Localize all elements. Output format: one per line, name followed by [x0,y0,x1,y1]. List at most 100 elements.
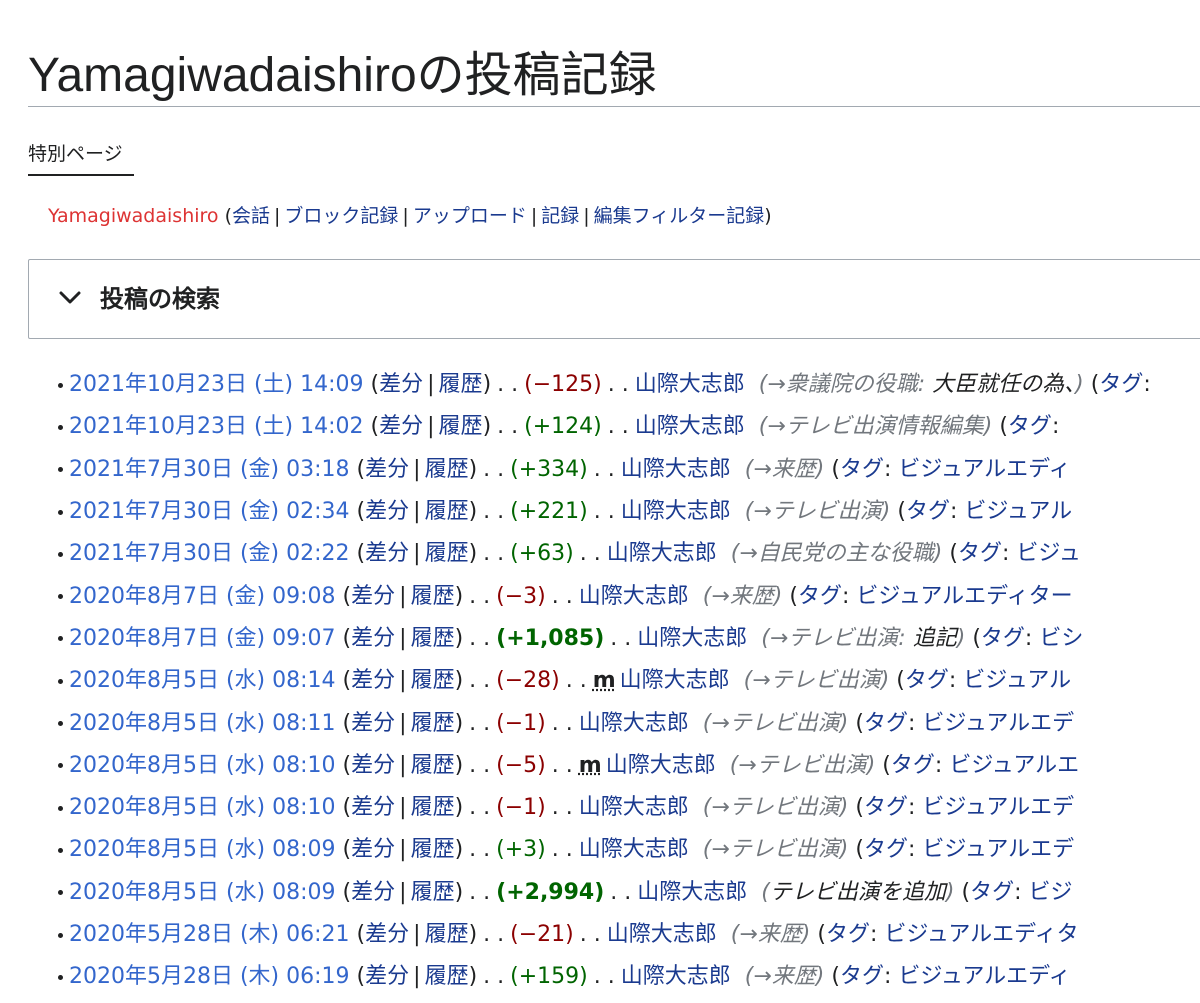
section-link[interactable]: →来歴 [753,964,815,989]
uploads-link[interactable]: アップロード [413,205,527,227]
revision-date-link[interactable]: 2020年8月5日 (水) 08:09 [69,875,336,911]
diff-link[interactable]: 差分 [351,790,395,826]
history-link[interactable]: 履歴 [425,917,469,953]
revision-date-link[interactable]: 2020年5月28日 (木) 06:21 [69,917,350,953]
revision-date-link[interactable]: 2021年7月30日 (金) 02:22 [69,536,350,572]
page-link[interactable]: 山際大志郎 [579,579,689,615]
diff-link[interactable]: 差分 [365,494,409,530]
diff-link[interactable]: 差分 [379,409,423,445]
revision-date-link[interactable]: 2020年8月7日 (金) 09:07 [69,621,336,657]
tag-link[interactable]: タグ [840,452,884,488]
logs-link[interactable]: 記録 [541,205,579,227]
section-link[interactable]: →来歴 [739,922,801,947]
contributions-search-panel[interactable]: 投稿の検索 [28,259,1200,339]
tag-link[interactable]: タグ [864,832,908,868]
section-link[interactable]: →来歴 [711,584,773,609]
block-log-link[interactable]: ブロック記録 [284,205,398,227]
revision-date-link[interactable]: 2020年8月5日 (水) 08:11 [69,706,336,742]
history-link[interactable]: 履歴 [425,959,469,995]
revision-date-link[interactable]: 2021年7月30日 (金) 02:34 [69,494,350,530]
section-link[interactable]: →テレビ出演 [738,753,866,778]
history-link[interactable]: 履歴 [411,621,455,657]
diff-link[interactable]: 差分 [351,579,395,615]
tag-link[interactable]: タグ [840,959,884,995]
revision-date-link[interactable]: 2020年8月5日 (水) 08:09 [69,832,336,868]
history-link[interactable]: 履歴 [425,494,469,530]
section-link[interactable]: →テレビ出演: [770,626,906,651]
revision-date-link[interactable]: 2020年8月7日 (金) 09:08 [69,579,336,615]
tag-link[interactable]: タグ [1008,409,1052,445]
tag-value[interactable]: ビジュ [1016,536,1080,572]
history-link[interactable]: 履歴 [439,367,483,403]
revision-date-link[interactable]: 2020年5月28日 (木) 06:19 [69,959,350,995]
page-link[interactable]: 山際大志郎 [620,663,730,699]
page-link[interactable]: 山際大志郎 [607,536,717,572]
diff-link[interactable]: 差分 [351,832,395,868]
history-link[interactable]: 履歴 [411,790,455,826]
tag-link[interactable]: タグ [958,536,1002,572]
tag-link[interactable]: タグ [981,621,1025,657]
talk-link[interactable]: 会話 [232,205,270,227]
section-link[interactable]: →テレビ出演 [753,499,881,524]
diff-link[interactable]: 差分 [365,536,409,572]
page-link[interactable]: 山際大志郎 [635,367,745,403]
tag-value[interactable]: ビジュアルエディター [856,579,1072,615]
diff-link[interactable]: 差分 [351,663,395,699]
history-link[interactable]: 履歴 [411,706,455,742]
page-link[interactable]: 山際大志郎 [606,748,716,784]
tab-special-page[interactable]: 特別ページ [28,140,123,168]
revision-date-link[interactable]: 2021年10月23日 (土) 14:02 [69,409,364,445]
page-link[interactable]: 山際大志郎 [607,917,717,953]
page-link[interactable]: 山際大志郎 [579,706,689,742]
page-link[interactable]: 山際大志郎 [637,875,747,911]
section-link[interactable]: →衆議院の役職: [767,372,925,397]
tag-link[interactable]: タグ [891,748,935,784]
tag-link[interactable]: タグ [826,917,870,953]
tag-link[interactable]: タグ [970,875,1014,911]
tag-value[interactable]: ビシ [1039,621,1083,657]
history-link[interactable]: 履歴 [411,832,455,868]
section-link[interactable]: →来歴 [753,457,815,482]
tag-value[interactable]: ビジュアルエ [949,748,1079,784]
section-link[interactable]: →テレビ出演 [711,711,839,736]
section-link[interactable]: →テレビ出演 [711,837,839,862]
diff-link[interactable]: 差分 [365,452,409,488]
page-link[interactable]: 山際大志郎 [635,409,745,445]
tag-link[interactable]: タグ [798,579,842,615]
tag-link[interactable]: タグ [864,706,908,742]
revision-date-link[interactable]: 2020年8月5日 (水) 08:14 [69,663,336,699]
revision-date-link[interactable]: 2020年8月5日 (水) 08:10 [69,748,336,784]
page-link[interactable]: 山際大志郎 [637,621,747,657]
tag-link[interactable]: タグ [1099,367,1143,403]
tag-link[interactable]: タグ [906,494,950,530]
tag-link[interactable]: タグ [905,663,949,699]
diff-link[interactable]: 差分 [365,917,409,953]
tag-value[interactable]: ビジュアルエディ [898,959,1070,995]
history-link[interactable]: 履歴 [411,875,455,911]
tag-value[interactable]: ビジュアルエデ [922,706,1074,742]
diff-link[interactable]: 差分 [351,706,395,742]
abuse-filter-log-link[interactable]: 編集フィルター記録 [594,205,765,227]
section-link[interactable]: →自民党の主な役職 [739,541,933,566]
tag-value[interactable]: ビジュアルエディ [898,452,1070,488]
tag-value[interactable]: ビジュアルエデ [922,832,1074,868]
tag-value[interactable]: ビジュアルエデ [922,790,1074,826]
diff-link[interactable]: 差分 [351,748,395,784]
diff-link[interactable]: 差分 [365,959,409,995]
tag-value[interactable]: ビジュアルエディタ [884,917,1078,953]
page-link[interactable]: 山際大志郎 [579,832,689,868]
history-link[interactable]: 履歴 [411,663,455,699]
tag-link[interactable]: タグ [864,790,908,826]
diff-link[interactable]: 差分 [379,367,423,403]
history-link[interactable]: 履歴 [425,536,469,572]
revision-date-link[interactable]: 2020年8月5日 (水) 08:10 [69,790,336,826]
page-link[interactable]: 山際大志郎 [621,494,731,530]
history-link[interactable]: 履歴 [425,452,469,488]
history-link[interactable]: 履歴 [439,409,483,445]
history-link[interactable]: 履歴 [411,579,455,615]
page-link[interactable]: 山際大志郎 [621,959,731,995]
diff-link[interactable]: 差分 [351,621,395,657]
revision-date-link[interactable]: 2021年10月23日 (土) 14:09 [69,367,364,403]
section-link[interactable]: →テレビ出演 [752,668,880,693]
tag-value[interactable]: ビジ [1028,875,1072,911]
